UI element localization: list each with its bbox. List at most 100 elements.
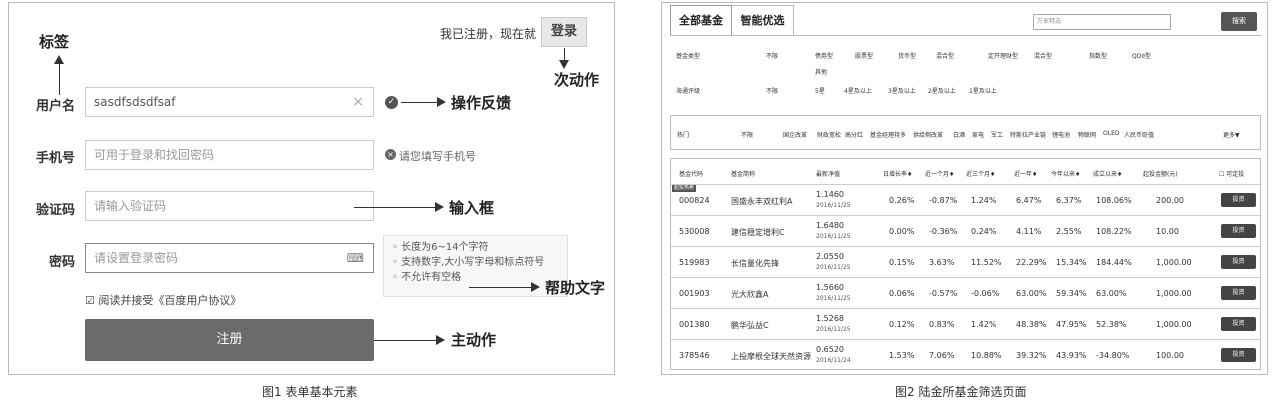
nav-date: 2016/11/25 [816, 295, 851, 302]
invest-button[interactable]: 投资 [1221, 193, 1256, 207]
month1-change: 7.06% [929, 351, 955, 360]
table-row[interactable]: 530008 建信稳定增利C 1.6480 0.00% -0.36% 0.24% 4.11%… [671, 215, 1260, 246]
header-cell[interactable]: 今年以来♦ [1051, 169, 1080, 178]
login-button[interactable]: 登录 [541, 17, 587, 47]
header-cell: 基金简称 [731, 171, 756, 178]
hot-option[interactable]: OLED [1103, 130, 1119, 137]
table-row[interactable]: 000824 国盛永丰双红利A 1.1460 0.26% -0.87% 1.24% 6.47… [671, 184, 1260, 215]
hot-option[interactable]: 供给侧改革 [913, 130, 943, 139]
arrow-up-head [54, 55, 64, 64]
tab-smart-picks[interactable]: 智能优选 [732, 5, 794, 35]
code-input[interactable]: 请输入验证码 [85, 191, 374, 221]
filter-option[interactable]: 指数型 [1089, 51, 1107, 60]
table-row[interactable]: 519983 长信量化先锋 2.0550 0.15% 3.63% 11.52% 22.29%… [671, 246, 1260, 277]
rating-option[interactable]: 2星及以上 [928, 86, 956, 95]
table-row[interactable]: 378546 上投摩根全球天然资源 0.6520 1.53% 7.06% 10.88% 39… [671, 339, 1260, 370]
more-dropdown[interactable]: 更多▼ [1223, 130, 1240, 139]
invest-button[interactable]: 投资 [1221, 255, 1256, 269]
ytd-change: 15.34% [1056, 258, 1087, 267]
filter-option[interactable]: 混合型 [936, 51, 954, 60]
header-cell[interactable]: 近一个月♦ [925, 169, 954, 178]
arrow-up-line [59, 63, 60, 95]
invest-button[interactable]: 投资 [1221, 317, 1256, 331]
fund-filter-figure: 全部基金 智能优选 万家精选 搜索 基金类型 不限 债券型 股票型 货币型 混合… [661, 2, 1268, 375]
password-placeholder: 请设置登录密码 [94, 251, 179, 265]
since-inception: 63.00% [1096, 289, 1127, 298]
username-input[interactable]: sasdfsdsdfsaf × [85, 87, 374, 117]
table-row[interactable]: 001903 光大欣鑫A 1.5660 0.06% -0.57% -0.06% 63.00%… [671, 277, 1260, 308]
filter-option[interactable]: 股票型 [855, 51, 873, 60]
rating-option[interactable]: 不限 [766, 86, 778, 95]
header-cell[interactable]: 日增长率♦ [883, 169, 912, 178]
hot-option[interactable]: 人民币贬值 [1124, 130, 1154, 139]
agreement-row[interactable]: ☑ 阅读并接受《百度用户协议》 [85, 292, 241, 308]
checkbox-icon[interactable]: ☑ [85, 294, 95, 307]
hot-option[interactable]: 军工 [991, 130, 1003, 139]
filter-option[interactable]: 不限 [766, 51, 778, 60]
hot-option[interactable]: 物联网 [1078, 130, 1096, 139]
month3-change: 1.24% [971, 196, 997, 205]
filter-option[interactable]: 货币型 [898, 51, 916, 60]
fund-code: 519983 [679, 258, 710, 267]
day-change: 0.00% [889, 227, 915, 236]
hot-option[interactable]: 不限 [741, 130, 753, 139]
filter-option[interactable]: 定开理财型 [988, 51, 1018, 60]
table-row[interactable]: 001380 鹏华弘益C 1.5268 0.12% 0.83% 1.42% 48.38% 47… [671, 308, 1260, 339]
invest-button[interactable]: 投资 [1221, 348, 1256, 362]
filter-option[interactable]: QDII型 [1132, 51, 1151, 60]
rating-option[interactable]: 4星及以上 [844, 86, 872, 95]
hot-option[interactable]: 国企改革 [783, 130, 807, 139]
clear-icon[interactable]: × [352, 88, 364, 116]
filter-option[interactable]: 债券型 [815, 51, 833, 60]
header-cell[interactable]: ☐ 可定投 [1219, 169, 1244, 178]
nav-date: 2016/11/25 [816, 326, 851, 333]
header-cell[interactable]: 近一年♦ [1014, 169, 1037, 178]
search-button[interactable]: 搜索 [1221, 12, 1257, 31]
year1-change: 63.00% [1016, 289, 1047, 298]
error-icon: × [385, 149, 396, 160]
filter-option[interactable]: 其他 [815, 67, 827, 76]
header-cell[interactable]: 近三个月♦ [966, 169, 995, 178]
rating-option[interactable]: 3星及以上 [888, 86, 916, 95]
month1-change: -0.57% [929, 289, 958, 298]
hot-option[interactable]: 家电 [972, 130, 984, 139]
hot-option[interactable]: 白酒 [953, 130, 965, 139]
fund-name[interactable]: 国盛永丰双红利A [731, 196, 792, 207]
hot-option[interactable]: 特斯拉产业链 [1010, 130, 1046, 139]
fund-name[interactable]: 上投摩根全球天然资源 [731, 351, 811, 362]
header-cell: 基金代码 [679, 171, 704, 178]
arrow-down-head [559, 60, 569, 69]
nav-date: 2016/11/25 [816, 264, 851, 271]
fund-name[interactable]: 长信量化先锋 [731, 258, 779, 269]
tab-divider [670, 35, 1261, 36]
rating-option[interactable]: 5星 [815, 86, 825, 95]
keyboard-icon[interactable]: ⌨ [347, 244, 364, 272]
password-label: 密码 [49, 255, 76, 270]
fund-nav: 0.6520 [816, 345, 844, 354]
arrow-right-head [437, 97, 446, 107]
register-button[interactable]: 注册 [85, 319, 374, 361]
invest-button[interactable]: 投资 [1221, 224, 1256, 238]
phone-input[interactable]: 可用于登录和找回密码 [85, 140, 374, 170]
hot-option[interactable]: 锂电池 [1052, 130, 1070, 139]
header-cell[interactable]: 成立以来♦ [1093, 169, 1122, 178]
tab-all-funds[interactable]: 全部基金 [670, 5, 732, 35]
fund-code: 001380 [679, 320, 710, 329]
hot-option[interactable]: 基金经理持多 [870, 130, 906, 139]
fund-name[interactable]: 建信稳定增利C [731, 227, 785, 238]
arrow-right-head [436, 335, 445, 345]
hot-option[interactable]: 财政宽松 [817, 130, 841, 139]
hot-panel: 热门 不限 国企改革 财政宽松 高分红 基金经理持多 供给侧改革 白酒 家电 军… [670, 115, 1261, 150]
phone-error-text: 请您填写手机号 [399, 150, 476, 163]
password-input[interactable]: 请设置登录密码 ⌨ [85, 243, 374, 273]
arrow-right-head [531, 282, 540, 292]
invest-button[interactable]: 投资 [1221, 286, 1256, 300]
hot-option[interactable]: 高分红 [845, 130, 863, 139]
month3-change: 11.52% [971, 258, 1002, 267]
rating-option[interactable]: 1星及以上 [969, 86, 997, 95]
filter-option[interactable]: 混合型 [1034, 51, 1052, 60]
day-change: 0.26% [889, 196, 915, 205]
search-input[interactable]: 万家精选 [1033, 14, 1171, 30]
fund-name[interactable]: 光大欣鑫A [731, 289, 768, 300]
fund-name[interactable]: 鹏华弘益C [731, 320, 769, 331]
